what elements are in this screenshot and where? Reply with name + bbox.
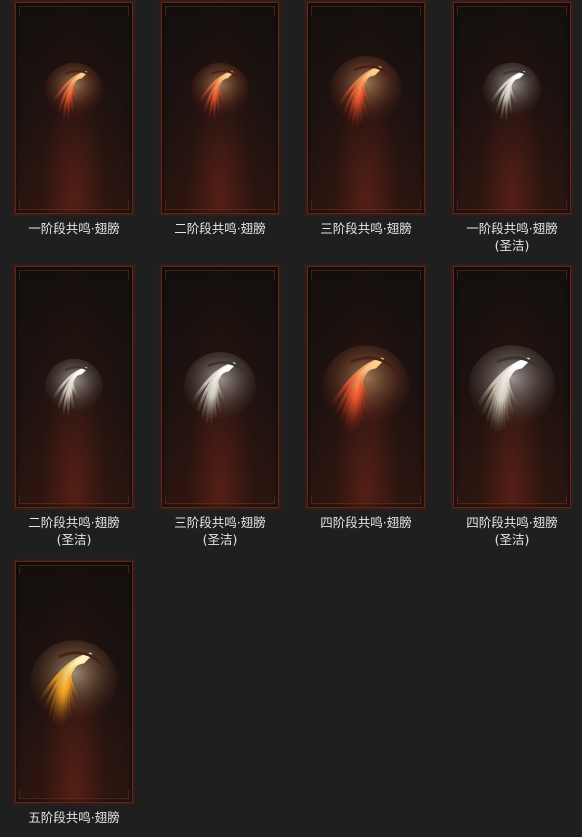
holy-wing-icon xyxy=(45,358,103,416)
wing-card[interactable] xyxy=(13,264,135,510)
wing-card[interactable] xyxy=(159,264,281,510)
wing-item-3[interactable]: 三阶段共鸣·翅膀 xyxy=(305,0,427,237)
wing-variant: (圣洁) xyxy=(494,238,530,253)
wing-name: 三阶段共鸣·翅膀 xyxy=(320,221,412,236)
wing-name: 二阶段共鸣·翅膀 xyxy=(174,221,266,236)
gold-wing-icon xyxy=(30,640,118,726)
wing-name: 三阶段共鸣·翅膀 xyxy=(174,515,266,530)
wing-variant: (圣洁) xyxy=(202,532,238,547)
wing-variant: (圣洁) xyxy=(56,532,92,547)
wing-item-4[interactable]: 一阶段共鸣·翅膀 (圣洁) xyxy=(451,0,573,254)
fire-wing-icon xyxy=(45,62,103,120)
holy-wing-icon xyxy=(483,62,541,120)
wing-caption: 四阶段共鸣·翅膀 (圣洁) xyxy=(451,514,573,548)
wing-item-9[interactable]: 五阶段共鸣·翅膀 xyxy=(13,559,135,826)
wing-variant: (圣洁) xyxy=(494,532,530,547)
fire-wing-icon xyxy=(191,62,249,120)
wing-caption: 三阶段共鸣·翅膀 (圣洁) xyxy=(159,514,281,548)
wing-card[interactable] xyxy=(13,559,135,805)
wing-item-5[interactable]: 二阶段共鸣·翅膀 (圣洁) xyxy=(13,264,135,548)
wing-name: 四阶段共鸣·翅膀 xyxy=(320,515,412,530)
wing-name: 一阶段共鸣·翅膀 xyxy=(466,221,558,236)
wing-name: 二阶段共鸣·翅膀 xyxy=(28,515,120,530)
wing-item-6[interactable]: 三阶段共鸣·翅膀 (圣洁) xyxy=(159,264,281,548)
wing-caption: 五阶段共鸣·翅膀 xyxy=(13,809,135,826)
wing-card[interactable] xyxy=(451,0,573,216)
holy-wing-icon xyxy=(468,345,556,431)
wing-name: 五阶段共鸣·翅膀 xyxy=(28,810,120,825)
wing-caption: 二阶段共鸣·翅膀 (圣洁) xyxy=(13,514,135,548)
wing-caption: 四阶段共鸣·翅膀 xyxy=(305,514,427,531)
wing-gallery: 一阶段共鸣·翅膀 二阶段共鸣·翅膀 三阶段共鸣·翅膀 一阶段共鸣·翅膀 (圣洁)… xyxy=(0,0,582,837)
wing-card[interactable] xyxy=(159,0,281,216)
wing-item-2[interactable]: 二阶段共鸣·翅膀 xyxy=(159,0,281,237)
wing-item-7[interactable]: 四阶段共鸣·翅膀 xyxy=(305,264,427,531)
wing-caption: 二阶段共鸣·翅膀 xyxy=(159,220,281,237)
wing-card[interactable] xyxy=(451,264,573,510)
wing-item-1[interactable]: 一阶段共鸣·翅膀 xyxy=(13,0,135,237)
fire-wing-icon xyxy=(322,345,410,431)
wing-name: 一阶段共鸣·翅膀 xyxy=(28,221,120,236)
holy-wing-icon xyxy=(184,352,256,424)
fire-wing-icon xyxy=(330,56,402,128)
wing-name: 四阶段共鸣·翅膀 xyxy=(466,515,558,530)
wing-caption: 一阶段共鸣·翅膀 xyxy=(13,220,135,237)
wing-card[interactable] xyxy=(305,0,427,216)
wing-card[interactable] xyxy=(13,0,135,216)
wing-caption: 一阶段共鸣·翅膀 (圣洁) xyxy=(451,220,573,254)
wing-item-8[interactable]: 四阶段共鸣·翅膀 (圣洁) xyxy=(451,264,573,548)
wing-card[interactable] xyxy=(305,264,427,510)
wing-caption: 三阶段共鸣·翅膀 xyxy=(305,220,427,237)
